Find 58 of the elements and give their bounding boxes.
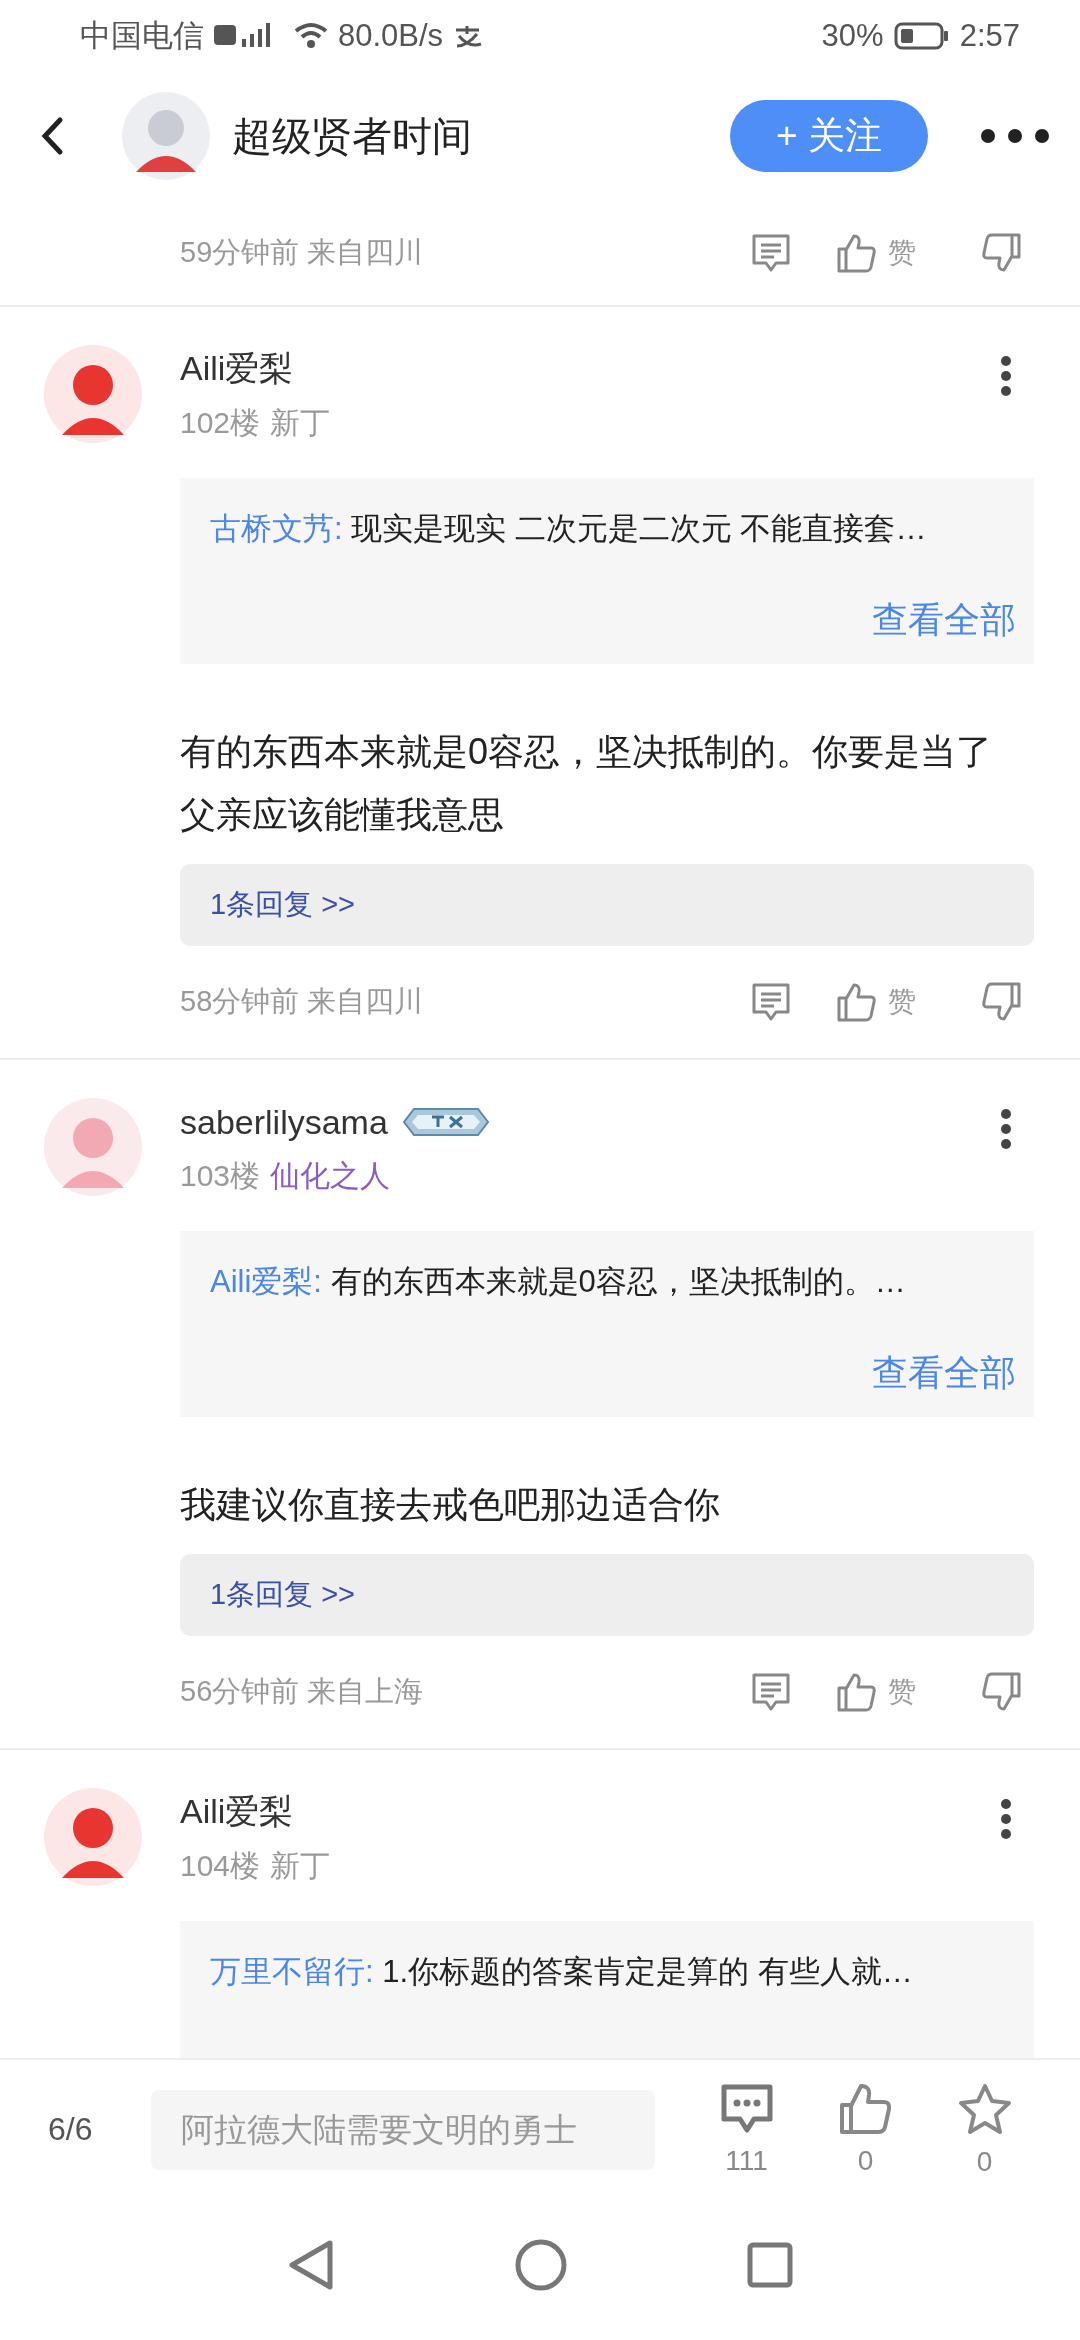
more-icon[interactable]: [1000, 1108, 1012, 1150]
user-name[interactable]: Aili爱梨: [180, 346, 294, 392]
user-rank: 新丁: [270, 1848, 331, 1884]
network-speed: 80.0B/s: [338, 18, 444, 54]
more-icon[interactable]: [1000, 355, 1012, 397]
star-icon[interactable]: [956, 2081, 1013, 2136]
battery-icon: [893, 21, 950, 51]
floor-number: 104楼: [180, 1848, 261, 1884]
thumbs-down-icon[interactable]: [980, 981, 1022, 1023]
comment-icon[interactable]: [750, 981, 792, 1023]
thumbs-up-icon[interactable]: [838, 2082, 893, 2135]
thumbs-down-icon[interactable]: [980, 231, 1022, 274]
view-all-link[interactable]: 查看全部: [872, 1349, 1016, 1398]
page-indicator: 6/6: [48, 2111, 94, 2148]
clock-time: 2:57: [959, 18, 1020, 54]
user-rank: 仙化之人: [270, 1158, 391, 1194]
recent-apps-icon[interactable]: [747, 2241, 793, 2288]
user-avatar[interactable]: [44, 345, 142, 443]
star-count: 0: [976, 2145, 993, 2178]
battery-percent: 30%: [821, 18, 884, 54]
like-label[interactable]: 赞: [888, 1673, 916, 1711]
quote-text: Aili爱梨: 有的东西本来就是0容忍，坚决抵制的。…: [210, 1263, 907, 1301]
user-name[interactable]: saberlilysama: [180, 1102, 388, 1142]
reply-input[interactable]: 阿拉德大陆需要文明的勇士: [151, 2089, 656, 2170]
comment-text: 我建议你直接去戒色吧那边适合你: [180, 1483, 721, 1527]
view-all-link[interactable]: 查看全部: [872, 596, 1016, 645]
like-label[interactable]: 赞: [888, 983, 916, 1021]
floor-number: 103楼: [180, 1158, 261, 1194]
comment-text: 有的东西本来就是0容忍，坚决抵制的。你要是当了父亲应该能懂我意思: [180, 730, 994, 837]
comment-time-location: 56分钟前 来自上海: [180, 1674, 424, 1709]
user-avatar[interactable]: [44, 1788, 142, 1886]
avatar[interactable]: [122, 92, 210, 180]
forum-title: 超级贤者时间: [232, 112, 472, 160]
more-icon[interactable]: [1000, 1798, 1012, 1840]
comment-icon[interactable]: [719, 2082, 774, 2135]
home-icon[interactable]: [515, 2238, 567, 2291]
quote-text: 古桥文艿: 现实是现实 二次元是二次元 不能直接套…: [210, 510, 928, 548]
level-badge-icon: [401, 1107, 490, 1137]
like-label[interactable]: 赞: [888, 233, 916, 272]
more-icon[interactable]: [980, 128, 1050, 144]
comment-icon[interactable]: [750, 1671, 792, 1713]
thumbs-up-icon[interactable]: [836, 1671, 878, 1713]
user-name[interactable]: Aili爱梨: [180, 1789, 294, 1835]
back-icon[interactable]: [40, 116, 64, 156]
comment-count: 111: [725, 2144, 768, 2177]
quote-text: 万里不留行: 1.你标题的答案肯定是算的 有些人就…: [210, 1953, 914, 1991]
replies-link[interactable]: 1条回复 >>: [180, 1554, 1034, 1636]
replies-link[interactable]: 1条回复 >>: [180, 864, 1034, 946]
thumbs-up-icon[interactable]: [836, 981, 878, 1023]
follow-button[interactable]: + 关注: [730, 100, 928, 172]
wifi-icon: [294, 22, 328, 50]
thumbs-down-icon[interactable]: [980, 1671, 1022, 1713]
carrier-name: 中国电信: [80, 17, 204, 55]
comment-time-location: 58分钟前 来自四川: [180, 984, 424, 1019]
like-count: 0: [857, 2144, 874, 2177]
floor-number: 102楼: [180, 405, 261, 441]
post-time-location: 59分钟前 来自四川: [180, 234, 424, 270]
user-rank: 新丁: [270, 405, 331, 441]
